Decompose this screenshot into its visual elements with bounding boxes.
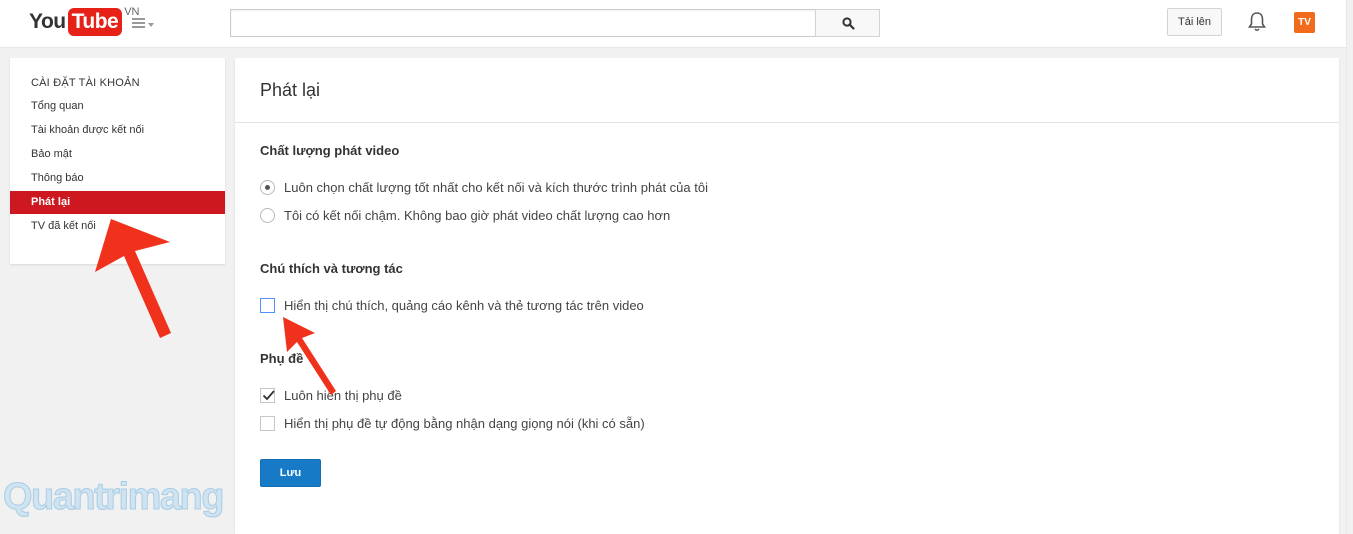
guide-menu-icon[interactable]	[132, 14, 156, 34]
always-captions-option[interactable]: Luôn hiển thị phụ đề	[260, 386, 402, 404]
quality-slow-label: Tôi có kết nối chậm. Không bao giờ phát …	[284, 207, 671, 223]
annotations-option[interactable]: Hiển thị chú thích, quảng cáo kênh và th…	[260, 296, 644, 314]
search-icon	[842, 17, 855, 30]
settings-sidebar: CÀI ĐẶT TÀI KHOẢN Tổng quan Tài khoản đư…	[10, 58, 225, 264]
page-scrollbar[interactable]	[1346, 0, 1353, 534]
quantrimang-watermark: Quantrimang	[3, 476, 225, 519]
playback-settings-panel: Phát lại Chất lượng phát video Luôn chọn…	[235, 58, 1339, 534]
quality-slow-option[interactable]: Tôi có kết nối chậm. Không bao giờ phát …	[260, 206, 670, 224]
sidebar-item-security[interactable]: Bảo mật	[10, 143, 225, 166]
quality-best-label: Luôn chọn chất lượng tốt nhất cho kết nố…	[284, 179, 708, 195]
sidebar-title: CÀI ĐẶT TÀI KHOẢN	[31, 77, 140, 89]
auto-captions-option[interactable]: Hiển thị phụ đề tự động bằng nhận dạng g…	[260, 414, 645, 432]
quality-best-option[interactable]: Luôn chọn chất lượng tốt nhất cho kết nố…	[260, 178, 708, 196]
always-captions-label: Luôn hiển thị phụ đề	[284, 387, 402, 403]
sidebar-item-notifications[interactable]: Thông báo	[10, 167, 225, 190]
quality-best-radio[interactable]	[260, 179, 275, 195]
masthead: You Tube VN Tải lên TV	[0, 0, 1353, 48]
search-button[interactable]	[815, 9, 880, 37]
avatar[interactable]: TV	[1294, 12, 1315, 33]
sidebar-item-playback[interactable]: Phát lại	[10, 191, 225, 214]
logo-tube-text: Tube	[67, 8, 123, 36]
annotations-checkbox[interactable]	[260, 297, 275, 313]
annotations-title: Chú thích và tương tác	[260, 261, 403, 276]
page-title: Phát lại	[260, 80, 321, 100]
quality-slow-radio[interactable]	[260, 207, 275, 223]
save-button[interactable]: Lưu	[260, 459, 321, 487]
sidebar-item-overview[interactable]: Tổng quan	[10, 95, 225, 118]
annotations-label: Hiển thị chú thích, quảng cáo kênh và th…	[284, 297, 644, 313]
panel-header: Phát lại	[235, 58, 1339, 123]
captions-title: Phụ đề	[260, 351, 304, 366]
sidebar-item-connected-tv[interactable]: TV đã kết nối	[10, 215, 225, 238]
upload-button[interactable]: Tải lên	[1167, 8, 1222, 36]
auto-captions-label: Hiển thị phụ đề tự động bằng nhận dạng g…	[284, 415, 645, 431]
always-captions-checkbox[interactable]	[260, 387, 275, 403]
sidebar-item-connected-accounts[interactable]: Tài khoản được kết nối	[10, 119, 225, 142]
watermark-text: Quantrimang	[3, 476, 223, 518]
search-input[interactable]	[230, 9, 816, 37]
video-quality-title: Chất lượng phát video	[260, 143, 400, 158]
bell-icon[interactable]	[1247, 11, 1267, 33]
checkmark-icon	[262, 389, 275, 400]
youtube-logo[interactable]: You Tube VN	[29, 6, 140, 38]
auto-captions-checkbox[interactable]	[260, 415, 275, 431]
logo-you-text: You	[29, 10, 66, 33]
